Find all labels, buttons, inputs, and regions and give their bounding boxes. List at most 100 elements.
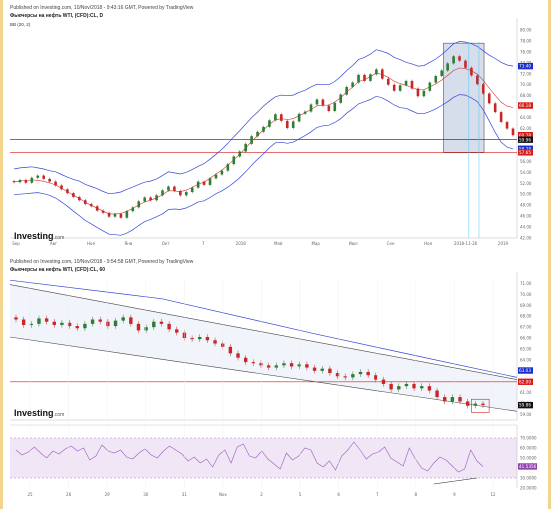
- candle: [386, 78, 390, 85]
- candle: [404, 80, 408, 86]
- y-tick-label: 69.00: [520, 303, 532, 308]
- candle: [397, 386, 401, 390]
- candle: [202, 181, 206, 185]
- candle: [262, 126, 265, 132]
- candle: [420, 386, 424, 389]
- x-tick-label: 2: [260, 492, 263, 497]
- x-tick-label: 5: [299, 492, 302, 497]
- candle: [18, 179, 22, 183]
- candle: [282, 363, 286, 366]
- y-tick-label: 78.00: [520, 38, 532, 43]
- candle: [129, 317, 133, 324]
- candle: [60, 185, 63, 190]
- candle: [321, 99, 325, 106]
- candle: [328, 368, 332, 374]
- x-tick-label: Сен: [387, 241, 395, 246]
- candle: [52, 321, 56, 325]
- candle: [220, 170, 224, 175]
- candle: [289, 363, 294, 367]
- daily-chart-panel: Published on Investing.com, 10/Nov/2018 …: [4, 2, 545, 250]
- x-tick-label: 8: [415, 492, 418, 497]
- candle: [327, 105, 331, 112]
- y-tick-label: 20.0000: [520, 486, 537, 491]
- candle: [101, 210, 105, 213]
- candle: [285, 120, 289, 128]
- candle: [244, 143, 247, 152]
- x-tick-label: 7: [376, 492, 379, 497]
- x-tick-label: 2019: [498, 241, 509, 246]
- y-tick-label: 62.00: [520, 126, 532, 131]
- candle: [167, 323, 171, 330]
- candle: [198, 336, 202, 340]
- candle: [190, 338, 194, 340]
- price-label: 57.65: [519, 150, 531, 155]
- candle: [24, 179, 28, 183]
- y-tick-label: 64.00: [520, 357, 532, 362]
- candle: [427, 386, 432, 391]
- candle: [266, 365, 271, 368]
- candle: [465, 401, 470, 406]
- bollinger-middle-line: [13, 67, 514, 215]
- x-tick-label: 25: [27, 492, 33, 497]
- candle: [175, 329, 179, 333]
- y-tick-label: 59.00: [520, 412, 532, 417]
- daily-chart-svg: 80.0078.0076.0074.0072.0070.0068.0066.00…: [10, 18, 533, 246]
- candle: [159, 321, 164, 324]
- candle: [315, 99, 319, 105]
- highlight-box: [443, 42, 485, 153]
- y-tick-label: 67.00: [520, 325, 532, 330]
- candle: [149, 197, 152, 201]
- candle: [381, 379, 386, 384]
- candle: [458, 397, 462, 402]
- candle: [357, 74, 360, 83]
- y-tick-label: 72.00: [520, 71, 532, 76]
- x-tick-label: 29: [105, 492, 111, 497]
- candle: [374, 375, 378, 380]
- investing-logo: Investing.com: [14, 231, 65, 241]
- hourly-chart-panel: Published on Investing.com, 10/Nov/2018 …: [4, 256, 545, 506]
- candle: [416, 88, 420, 97]
- candle: [205, 336, 210, 341]
- candle: [83, 200, 87, 205]
- candle: [422, 90, 426, 97]
- candle: [312, 367, 317, 371]
- y-tick-label: 70.0000: [520, 436, 537, 441]
- y-tick-label: 42.00: [520, 236, 532, 241]
- candle: [121, 317, 125, 321]
- x-tick-label: Ноя: [87, 241, 95, 246]
- candle: [75, 326, 79, 329]
- candle: [221, 343, 225, 347]
- candle: [464, 60, 467, 68]
- candle: [309, 104, 313, 112]
- x-tick-label: Мар: [311, 241, 320, 246]
- candle: [107, 212, 111, 217]
- candle: [291, 121, 295, 128]
- candle: [473, 403, 478, 406]
- candle: [184, 192, 188, 196]
- candle: [443, 397, 447, 402]
- candle: [375, 69, 378, 75]
- candle: [339, 94, 343, 103]
- candle: [21, 319, 26, 325]
- x-tick-label: 9: [453, 492, 456, 497]
- candle: [113, 320, 118, 327]
- candle: [511, 128, 515, 136]
- candle: [505, 121, 509, 129]
- x-tick-label: Окт: [162, 241, 171, 246]
- candle: [236, 353, 240, 358]
- candle: [458, 56, 461, 61]
- candle: [274, 365, 278, 368]
- price-label: 59.96: [519, 137, 531, 142]
- candle: [351, 374, 355, 378]
- candle: [144, 327, 148, 331]
- candle: [452, 56, 455, 64]
- y-tick-label: 68.00: [520, 314, 532, 319]
- candle: [190, 187, 194, 193]
- x-tick-label: Янв: [125, 241, 133, 246]
- price-label: 66.18: [519, 103, 531, 108]
- candle: [167, 186, 170, 191]
- candle: [428, 82, 432, 91]
- x-tick-label: Июл: [349, 241, 358, 246]
- candle: [320, 368, 324, 371]
- candle: [143, 197, 146, 202]
